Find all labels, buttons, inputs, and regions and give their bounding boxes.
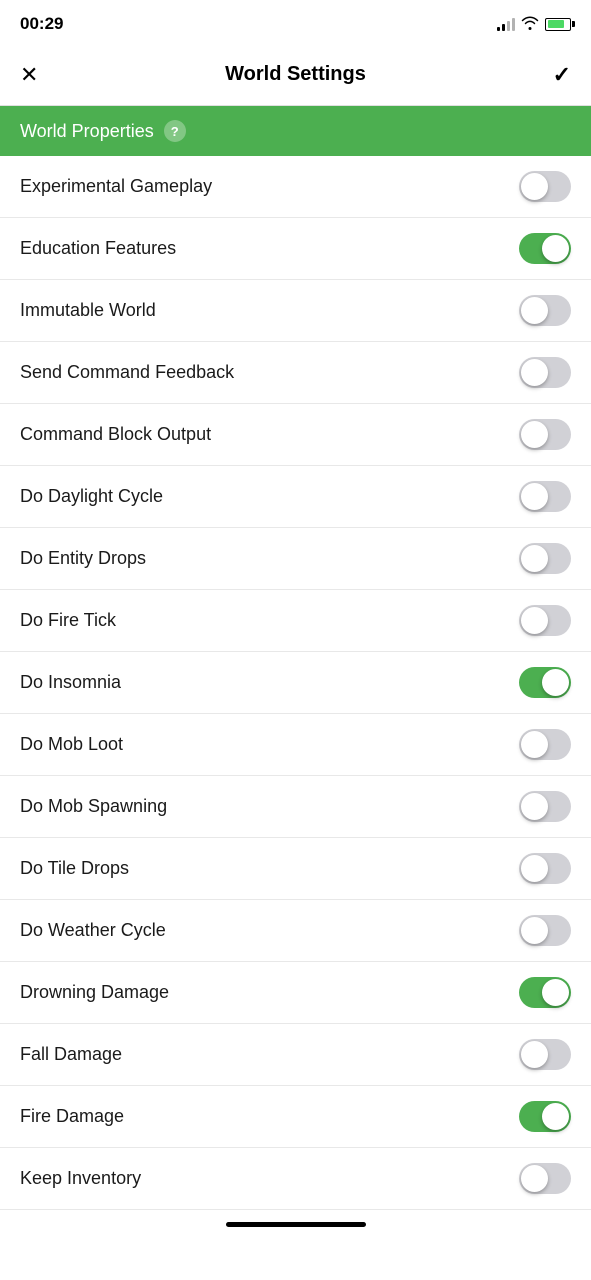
toggle-send-command-feedback[interactable] — [519, 357, 571, 388]
settings-list: Experimental Gameplay Education Features I… — [0, 156, 591, 1210]
toggle-do-entity-drops[interactable] — [519, 543, 571, 574]
toggle-do-mob-loot[interactable] — [519, 729, 571, 760]
battery-icon — [545, 18, 571, 31]
toggle-do-tile-drops[interactable] — [519, 853, 571, 884]
status-bar: 00:29 — [0, 0, 591, 44]
label-do-mob-loot: Do Mob Loot — [20, 734, 123, 755]
home-bar — [226, 1222, 366, 1227]
settings-row-do-mob-loot: Do Mob Loot — [0, 714, 591, 776]
settings-row-fire-damage: Fire Damage — [0, 1086, 591, 1148]
nav-bar: ✕ World Settings ✓ — [0, 44, 591, 106]
toggle-do-daylight-cycle[interactable] — [519, 481, 571, 512]
label-fire-damage: Fire Damage — [20, 1106, 124, 1127]
settings-row-education-features: Education Features — [0, 218, 591, 280]
settings-row-do-mob-spawning: Do Mob Spawning — [0, 776, 591, 838]
label-fall-damage: Fall Damage — [20, 1044, 122, 1065]
settings-row-keep-inventory: Keep Inventory — [0, 1148, 591, 1210]
toggle-do-weather-cycle[interactable] — [519, 915, 571, 946]
toggle-immutable-world[interactable] — [519, 295, 571, 326]
label-do-entity-drops: Do Entity Drops — [20, 548, 146, 569]
label-keep-inventory: Keep Inventory — [20, 1168, 141, 1189]
label-experimental-gameplay: Experimental Gameplay — [20, 176, 212, 197]
home-indicator — [0, 1210, 591, 1235]
settings-row-experimental-gameplay: Experimental Gameplay — [0, 156, 591, 218]
toggle-do-fire-tick[interactable] — [519, 605, 571, 636]
label-education-features: Education Features — [20, 238, 176, 259]
settings-row-do-fire-tick: Do Fire Tick — [0, 590, 591, 652]
section-header-label: World Properties — [20, 121, 154, 142]
settings-row-send-command-feedback: Send Command Feedback — [0, 342, 591, 404]
label-do-fire-tick: Do Fire Tick — [20, 610, 116, 631]
label-send-command-feedback: Send Command Feedback — [20, 362, 234, 383]
settings-row-do-daylight-cycle: Do Daylight Cycle — [0, 466, 591, 528]
toggle-keep-inventory[interactable] — [519, 1163, 571, 1194]
settings-row-do-entity-drops: Do Entity Drops — [0, 528, 591, 590]
label-do-tile-drops: Do Tile Drops — [20, 858, 129, 879]
settings-row-do-tile-drops: Do Tile Drops — [0, 838, 591, 900]
status-icons — [497, 16, 571, 33]
signal-icon — [497, 17, 515, 31]
settings-row-do-insomnia: Do Insomnia — [0, 652, 591, 714]
wifi-icon — [521, 16, 539, 33]
label-command-block-output: Command Block Output — [20, 424, 211, 445]
close-button[interactable]: ✕ — [20, 62, 38, 88]
settings-row-drowning-damage: Drowning Damage — [0, 962, 591, 1024]
settings-row-immutable-world: Immutable World — [0, 280, 591, 342]
status-time: 00:29 — [20, 14, 63, 34]
toggle-do-mob-spawning[interactable] — [519, 791, 571, 822]
label-do-mob-spawning: Do Mob Spawning — [20, 796, 167, 817]
toggle-drowning-damage[interactable] — [519, 977, 571, 1008]
label-do-daylight-cycle: Do Daylight Cycle — [20, 486, 163, 507]
toggle-experimental-gameplay[interactable] — [519, 171, 571, 202]
toggle-command-block-output[interactable] — [519, 419, 571, 450]
toggle-do-insomnia[interactable] — [519, 667, 571, 698]
toggle-education-features[interactable] — [519, 233, 571, 264]
settings-row-fall-damage: Fall Damage — [0, 1024, 591, 1086]
help-icon[interactable]: ? — [164, 120, 186, 142]
toggle-fall-damage[interactable] — [519, 1039, 571, 1070]
label-drowning-damage: Drowning Damage — [20, 982, 169, 1003]
settings-row-do-weather-cycle: Do Weather Cycle — [0, 900, 591, 962]
toggle-fire-damage[interactable] — [519, 1101, 571, 1132]
label-immutable-world: Immutable World — [20, 300, 156, 321]
label-do-weather-cycle: Do Weather Cycle — [20, 920, 166, 941]
page-title: World Settings — [225, 63, 366, 86]
label-do-insomnia: Do Insomnia — [20, 672, 121, 693]
confirm-button[interactable]: ✓ — [553, 62, 571, 88]
settings-row-command-block-output: Command Block Output — [0, 404, 591, 466]
section-header: World Properties ? — [0, 106, 591, 156]
